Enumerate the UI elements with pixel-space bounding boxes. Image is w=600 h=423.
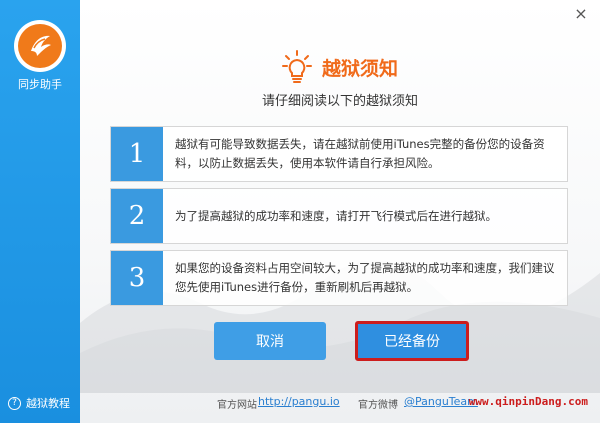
heading: 越狱须知	[80, 50, 600, 84]
official-site-label: 官方网站	[217, 400, 257, 411]
notice-item-1: 1 越狱有可能导致数据丢失，请在越狱前使用iTunes完整的备份您的设备资料，以…	[110, 126, 568, 182]
question-icon: ?	[8, 396, 21, 410]
jailbreak-tutorial-link[interactable]: ? 越狱教程	[8, 395, 70, 411]
site-watermark: www.qinpinDang.com	[468, 395, 588, 408]
cancel-button[interactable]: 取消	[214, 322, 326, 360]
notice-text: 越狱有可能导致数据丢失，请在越狱前使用iTunes完整的备份您的设备资料，以防止…	[175, 137, 545, 170]
app-name: 同步助手	[18, 78, 62, 91]
notice-text: 如果您的设备资料占用空间较大，为了提高越狱的成功率和速度，我们建议您先使用iTu…	[175, 261, 555, 294]
notice-item-3: 3 如果您的设备资料占用空间较大，为了提高越狱的成功率和速度，我们建议您先使用i…	[110, 250, 568, 306]
bird-logo-icon	[18, 24, 62, 68]
lightbulb-icon	[281, 50, 312, 83]
notice-item-2: 2 为了提高越狱的成功率和速度，请打开飞行模式后在进行越狱。	[110, 188, 568, 244]
already-backed-up-button[interactable]: 已经备份	[355, 321, 469, 361]
jailbreak-tutorial-label: 越狱教程	[26, 397, 70, 410]
page-subtitle: 请仔细阅读以下的越狱须知	[261, 94, 418, 109]
official-weibo-link[interactable]: @PanguTeam	[404, 395, 478, 408]
notice-number: 3	[111, 251, 163, 305]
notice-text: 为了提高越狱的成功率和速度，请打开飞行模式后在进行越狱。	[175, 208, 497, 223]
page-title: 越狱须知	[321, 57, 398, 80]
official-weibo-label: 官方微博	[358, 400, 398, 411]
main-panel: 越狱须知 请仔细阅读以下的越狱须知 1 越狱有可能导致数据丢失，请在越狱前使用i…	[80, 0, 600, 423]
notice-number: 1	[111, 127, 163, 181]
notice-number: 2	[111, 189, 163, 243]
app-logo	[14, 20, 66, 72]
sidebar: 同步助手 ? 越狱教程	[0, 0, 80, 423]
close-button[interactable]: ×	[572, 4, 590, 23]
official-site-link[interactable]: http://pangu.io	[258, 395, 340, 408]
